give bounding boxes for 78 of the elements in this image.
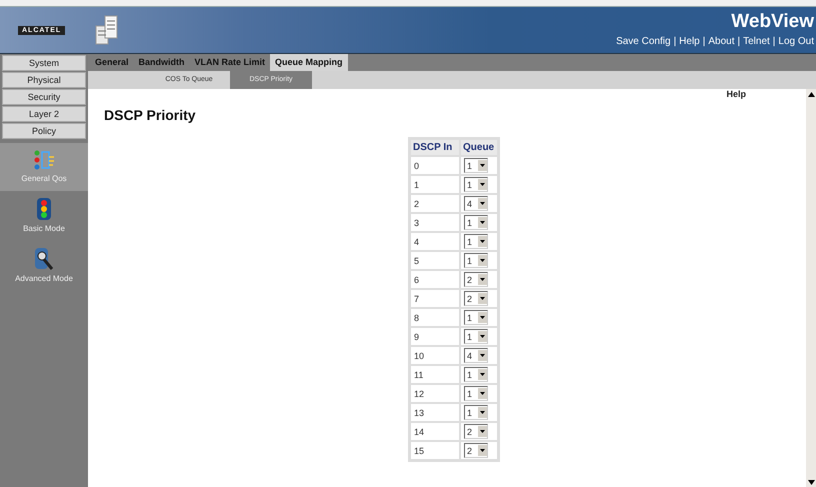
sidebar-menu-item[interactable]: Layer 2 bbox=[2, 106, 86, 122]
dropdown-caret-icon bbox=[478, 369, 487, 380]
node-diagram-icon bbox=[33, 149, 55, 171]
dropdown-caret-icon bbox=[478, 160, 487, 171]
table-cell: 15 bbox=[410, 441, 460, 460]
queue-select[interactable]: 1 bbox=[464, 310, 488, 325]
table-cell: 9 bbox=[410, 327, 460, 346]
queue-select[interactable]: 1 bbox=[464, 386, 488, 401]
sidebar-menu-item[interactable]: Security bbox=[2, 89, 86, 105]
table-cell: 8 bbox=[410, 308, 460, 327]
dropdown-caret-icon bbox=[478, 407, 487, 418]
table-cell: 7 bbox=[410, 289, 460, 308]
table-cell: 6 bbox=[410, 270, 460, 289]
header-link[interactable]: Telnet bbox=[743, 36, 770, 47]
dropdown-caret-icon bbox=[478, 198, 487, 209]
page-title: DSCP Priority bbox=[104, 107, 197, 123]
link-separator: | bbox=[772, 36, 776, 47]
link-separator: | bbox=[674, 36, 676, 47]
header-link[interactable]: About bbox=[708, 36, 734, 47]
queue-select[interactable]: 2 bbox=[464, 291, 488, 306]
queue-select[interactable]: 1 bbox=[464, 234, 488, 249]
table-cell: 10 bbox=[410, 346, 460, 365]
dropdown-caret-icon bbox=[478, 179, 487, 190]
scroll-up-icon[interactable] bbox=[808, 92, 814, 96]
scrollbar[interactable] bbox=[806, 89, 816, 487]
header-link[interactable]: Log Out bbox=[778, 36, 814, 47]
link-separator: | bbox=[738, 36, 740, 47]
tab[interactable]: Bandwidth bbox=[134, 54, 190, 71]
table-cell: 4 bbox=[410, 232, 460, 251]
table-cell: 0 bbox=[410, 156, 460, 175]
table-cell: 2 bbox=[410, 194, 460, 213]
column-header: DSCP In bbox=[410, 139, 460, 156]
queue-select[interactable]: 1 bbox=[464, 367, 488, 382]
header-link[interactable]: Save Config bbox=[616, 36, 671, 47]
queue-select[interactable]: 2 bbox=[464, 272, 488, 287]
dropdown-caret-icon bbox=[478, 331, 487, 342]
traffic-light-icon bbox=[34, 197, 54, 221]
dropdown-caret-icon bbox=[478, 388, 487, 399]
dropdown-caret-icon bbox=[478, 255, 487, 266]
queue-select[interactable]: 1 bbox=[464, 215, 488, 230]
dropdown-caret-icon bbox=[478, 312, 487, 323]
queue-select[interactable]: 4 bbox=[464, 348, 488, 363]
scroll-down-icon[interactable] bbox=[808, 480, 814, 484]
dropdown-caret-icon bbox=[478, 445, 487, 456]
sidebar-menu-item[interactable]: System bbox=[2, 55, 86, 71]
mode-item[interactable]: Advanced Mode bbox=[0, 241, 88, 291]
dropdown-caret-icon bbox=[478, 350, 487, 361]
tab[interactable]: General bbox=[90, 54, 134, 71]
column-header: Queue bbox=[460, 139, 498, 156]
tab[interactable]: VLAN Rate Limit bbox=[190, 54, 270, 71]
link-separator: | bbox=[702, 36, 706, 47]
dropdown-caret-icon bbox=[478, 236, 487, 247]
queue-select[interactable]: 1 bbox=[464, 253, 488, 268]
mode-item[interactable]: Basic Mode bbox=[0, 191, 88, 241]
queue-select[interactable]: 2 bbox=[464, 443, 488, 458]
dropdown-caret-icon bbox=[478, 217, 487, 228]
table-cell: 14 bbox=[410, 422, 460, 441]
table-cell: 13 bbox=[410, 403, 460, 422]
dropdown-caret-icon bbox=[478, 274, 487, 285]
tab[interactable]: Queue Mapping bbox=[270, 54, 348, 71]
table-cell: 12 bbox=[410, 384, 460, 403]
sidebar-menu-item[interactable]: Physical bbox=[2, 72, 86, 88]
queue-select[interactable]: 2 bbox=[464, 424, 488, 439]
table-cell: 3 bbox=[410, 213, 460, 232]
table-cell: 5 bbox=[410, 251, 460, 270]
dropdown-caret-icon bbox=[478, 293, 487, 304]
queue-select[interactable]: 1 bbox=[464, 177, 488, 192]
header-link[interactable]: Help bbox=[679, 36, 700, 47]
table-cell: 1 bbox=[410, 175, 460, 194]
app-title: WebView bbox=[731, 11, 814, 33]
queue-select[interactable]: 1 bbox=[464, 405, 488, 420]
table-cell: 11 bbox=[410, 365, 460, 384]
queue-select[interactable]: 1 bbox=[464, 329, 488, 344]
queue-select[interactable]: 1 bbox=[464, 158, 488, 173]
sidebar-menu-item[interactable]: Policy bbox=[2, 123, 86, 139]
queue-select[interactable]: 4 bbox=[464, 196, 488, 211]
help-link[interactable]: Help bbox=[726, 89, 746, 99]
dropdown-caret-icon bbox=[478, 426, 487, 437]
